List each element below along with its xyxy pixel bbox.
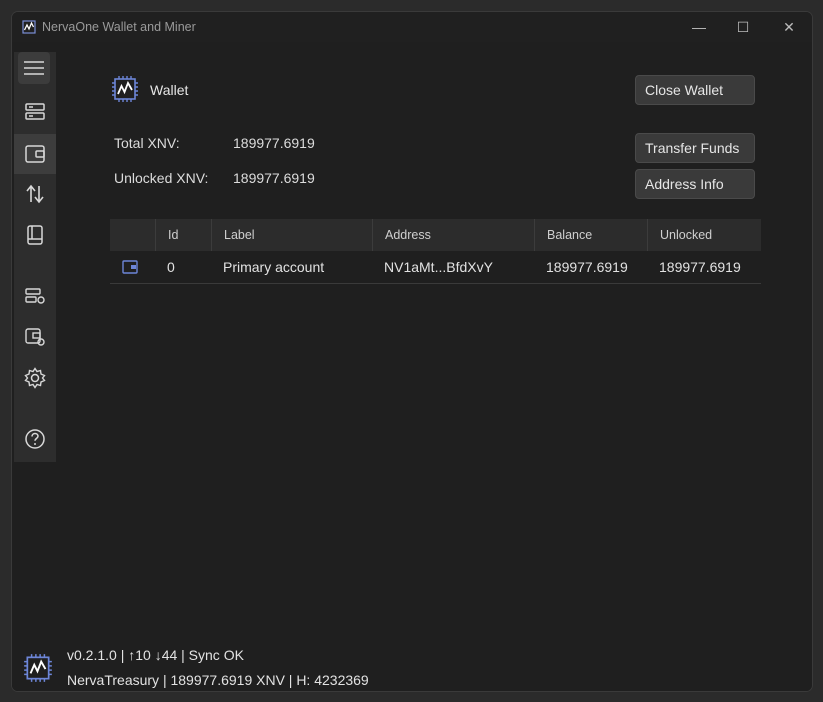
- settings-icon: [24, 367, 46, 389]
- column-header-address[interactable]: Address: [372, 219, 534, 251]
- account-unlocked: 189977.6919: [659, 259, 741, 275]
- wallet-setup-icon: [25, 328, 45, 346]
- help-icon: [25, 429, 45, 449]
- nerva-logo-icon: [24, 654, 52, 682]
- menu-button[interactable]: [18, 52, 50, 84]
- close-button[interactable]: ✕: [775, 17, 803, 37]
- account-address: NV1aMt...BfdXvY: [384, 259, 493, 275]
- sidebar-item-wallet[interactable]: [14, 134, 56, 174]
- column-header-icon[interactable]: [110, 219, 155, 251]
- minimize-button[interactable]: —: [685, 17, 713, 37]
- column-header-balance[interactable]: Balance: [534, 219, 647, 251]
- status-version-sync: v0.2.1.0 | ↑10 ↓44 | Sync OK: [67, 647, 244, 663]
- sidebar-item-daemon[interactable]: [15, 93, 55, 131]
- daemon-setup-icon: [25, 288, 45, 304]
- transfer-funds-button[interactable]: Transfer Funds: [635, 133, 755, 163]
- sidebar-item-daemon-setup[interactable]: [15, 277, 55, 315]
- account-wallet-icon: [122, 260, 138, 274]
- column-header-label[interactable]: Label: [211, 219, 372, 251]
- accounts-table: Id Label Address Balance Unlocked 0 Prim…: [110, 219, 761, 284]
- status-wallet-height: NervaTreasury | 189977.6919 XNV | H: 423…: [67, 672, 369, 688]
- page-title: Wallet: [150, 82, 189, 98]
- account-label: Primary account: [223, 259, 325, 275]
- sidebar-item-settings[interactable]: [15, 359, 55, 397]
- address-info-button[interactable]: Address Info: [635, 169, 755, 199]
- total-xnv-label: Total XNV:: [114, 135, 180, 151]
- sidebar: [12, 42, 58, 691]
- account-balance: 189977.6919: [546, 259, 628, 275]
- close-wallet-button[interactable]: Close Wallet: [635, 75, 755, 105]
- wallet-page: Wallet Total XNV: 189977.6919 Unlocked X…: [58, 42, 812, 652]
- table-row[interactable]: 0 Primary account NV1aMt...BfdXvY 189977…: [110, 251, 761, 284]
- nerva-chip-icon: [112, 76, 138, 102]
- sidebar-item-address-book[interactable]: [15, 216, 55, 254]
- unlocked-xnv-value: 189977.6919: [233, 170, 315, 186]
- row-icon-cell: [110, 251, 155, 283]
- title-bar: NervaOne Wallet and Miner — ☐ ✕: [12, 12, 812, 42]
- daemon-icon: [25, 103, 45, 120]
- transfers-icon: [26, 184, 44, 204]
- address-book-icon: [27, 225, 43, 245]
- window-title: NervaOne Wallet and Miner: [42, 20, 196, 34]
- sidebar-item-help[interactable]: [15, 420, 55, 458]
- app-window: NervaOne Wallet and Miner — ☐ ✕ Wallet T…: [11, 11, 813, 692]
- column-header-id[interactable]: Id: [155, 219, 211, 251]
- column-header-unlocked[interactable]: Unlocked: [647, 219, 761, 251]
- sidebar-item-wallet-setup[interactable]: [15, 318, 55, 356]
- account-id: 0: [167, 259, 175, 275]
- unlocked-xnv-label: Unlocked XNV:: [114, 170, 209, 186]
- status-bar: v0.2.1.0 | ↑10 ↓44 | Sync OK NervaTreasu…: [12, 642, 812, 691]
- total-xnv-value: 189977.6919: [233, 135, 315, 151]
- table-header: Id Label Address Balance Unlocked: [110, 219, 761, 251]
- wallet-icon: [25, 145, 45, 163]
- maximize-button[interactable]: ☐: [729, 17, 757, 37]
- app-logo-icon: [22, 20, 36, 34]
- menu-icon: [24, 61, 44, 75]
- sidebar-item-transfers[interactable]: [15, 175, 55, 213]
